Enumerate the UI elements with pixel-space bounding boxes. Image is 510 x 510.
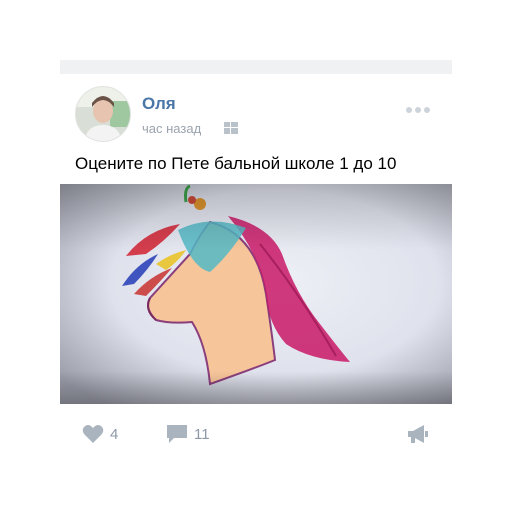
post-text: Оцените по Пете бальной школе 1 до 10 [75,154,397,173]
comment-icon [167,425,187,443]
post-photo[interactable] [60,184,452,404]
share-button[interactable] [406,424,430,444]
author-name[interactable]: Оля [142,94,176,114]
comment-count: 11 [194,425,210,443]
feed-top-bar [60,60,452,74]
like-button[interactable]: 4 [82,424,118,444]
like-count: 4 [110,425,119,443]
horse-drawing [60,184,452,404]
post-time[interactable]: час назад [142,121,201,136]
post-menu-icon[interactable] [406,100,436,113]
share-megaphone-icon [408,425,428,443]
post-card: Оля час назад Оцените по Пете бальной шк… [60,74,452,460]
post-actions: 4 11 [60,420,452,448]
windows-icon [224,122,238,134]
heart-icon [82,425,104,443]
avatar[interactable] [75,86,131,142]
comment-button[interactable]: 11 [166,424,210,444]
avatar-photo [76,87,130,141]
